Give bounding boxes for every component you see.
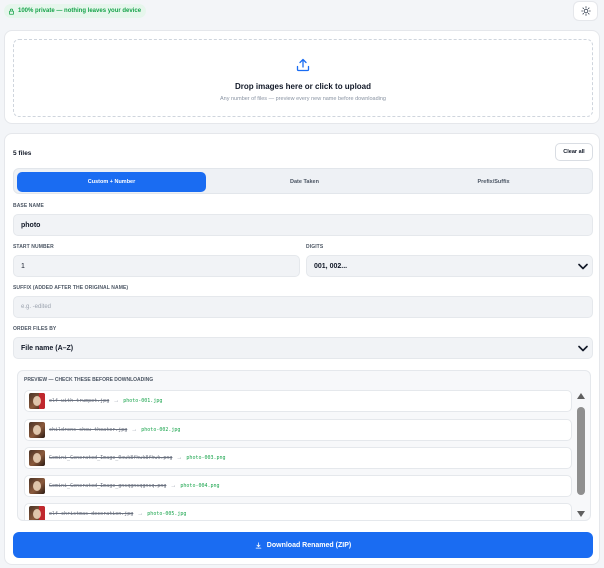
order-select[interactable]: File name (A–Z) xyxy=(13,337,593,359)
scroll-down-icon[interactable] xyxy=(577,511,585,517)
start-number-label: START NUMBER xyxy=(13,244,54,250)
list-item: elf-with-trumpet.jpg → photo-001.jpg xyxy=(24,390,572,412)
original-filename: elf-christmas-decoration.jpg xyxy=(49,511,134,517)
new-filename: photo-003.png xyxy=(186,455,226,461)
suffix-label: SUFFIX (ADDED AFTER THE ORIGINAL NAME) xyxy=(13,285,129,291)
base-name-label: BASE NAME xyxy=(13,203,44,209)
scroll-up-icon[interactable] xyxy=(577,393,585,399)
theme-toggle-button[interactable] xyxy=(573,1,598,21)
original-filename: elf-with-trumpet.jpg xyxy=(49,398,110,404)
arrow-icon: → xyxy=(137,511,144,517)
start-number-input[interactable]: 1 xyxy=(13,255,300,277)
digits-select-value: 001, 002... xyxy=(314,262,348,270)
file-thumbnail xyxy=(29,478,45,494)
upload-card: Drop images here or click to upload Any … xyxy=(4,30,600,124)
chevron-down-icon xyxy=(578,263,588,269)
digits-label: DIGITS xyxy=(306,244,324,250)
download-zip-button[interactable]: Download Renamed (ZIP) xyxy=(13,532,593,558)
tab-custom-number[interactable]: Custom + Number xyxy=(17,172,206,192)
original-filename: Gemini_Generated_Image_gnsqgnsqgnsq.png xyxy=(49,483,167,489)
files-count: 5 files xyxy=(13,150,32,157)
sun-icon xyxy=(580,6,591,16)
list-item: childrens-show-theater.jpg → photo-002.j… xyxy=(24,419,572,441)
lock-icon xyxy=(9,8,14,15)
digits-select[interactable]: 001, 002... xyxy=(306,255,593,277)
arrow-icon: → xyxy=(176,455,183,461)
list-item: Gemini_Generated_Image_gnsqgnsqgnsq.png … xyxy=(24,475,572,497)
original-filename: Gemini_Generated_Image_0xwk8fhwk8fhwk.pn… xyxy=(49,455,173,461)
arrow-icon: → xyxy=(170,483,177,489)
download-icon xyxy=(255,541,262,549)
dropzone-subtitle: Any number of files — preview every new … xyxy=(219,96,386,102)
preview-title: PREVIEW — CHECK THESE BEFORE DOWNLOADING xyxy=(24,377,154,383)
file-thumbnail xyxy=(29,422,45,438)
list-item: elf-christmas-decoration.jpg → photo-005… xyxy=(24,503,572,520)
clear-all-button[interactable]: Clear all xyxy=(555,143,593,161)
rename-panel: 5 files Clear all Custom + Number Date T… xyxy=(4,133,600,565)
privacy-badge: 100% private — nothing leaves your devic… xyxy=(4,4,147,18)
rename-mode-tabs: Custom + Number Date Taken Prefix/Suffix xyxy=(13,168,593,194)
original-filename: childrens-show-theater.jpg xyxy=(49,427,128,433)
chevron-down-icon xyxy=(578,345,588,351)
file-thumbnail xyxy=(29,506,45,520)
file-thumbnail xyxy=(29,450,45,466)
base-name-input[interactable]: photo xyxy=(13,214,593,236)
suffix-input[interactable]: e.g. -edited xyxy=(13,296,593,318)
new-filename: photo-004.png xyxy=(180,483,220,489)
tab-date-taken[interactable]: Date Taken xyxy=(210,172,399,192)
upload-icon xyxy=(296,58,310,72)
list-item: Gemini_Generated_Image_0xwk8fhwk8fhwk.pn… xyxy=(24,447,572,469)
new-filename: photo-005.jpg xyxy=(147,511,187,517)
scrollbar-thumb[interactable] xyxy=(577,407,585,495)
new-filename: photo-002.jpg xyxy=(141,427,181,433)
order-select-value: File name (A–Z) xyxy=(21,344,74,352)
upload-dropzone[interactable]: Drop images here or click to upload Any … xyxy=(13,39,593,117)
privacy-text: 100% private — nothing leaves your devic… xyxy=(18,8,142,14)
arrow-icon: → xyxy=(113,398,120,404)
tab-prefix-suffix[interactable]: Prefix/Suffix xyxy=(399,172,588,192)
new-filename: photo-001.jpg xyxy=(123,398,163,404)
file-thumbnail xyxy=(29,393,45,409)
arrow-icon: → xyxy=(131,427,138,433)
order-label: ORDER FILES BY xyxy=(13,326,57,332)
preview-list[interactable]: PREVIEW — CHECK THESE BEFORE DOWNLOADING… xyxy=(17,370,591,521)
preview-scrollbar[interactable] xyxy=(576,393,586,518)
download-label: Download Renamed (ZIP) xyxy=(266,541,352,549)
dropzone-title: Drop images here or click to upload xyxy=(234,82,372,91)
